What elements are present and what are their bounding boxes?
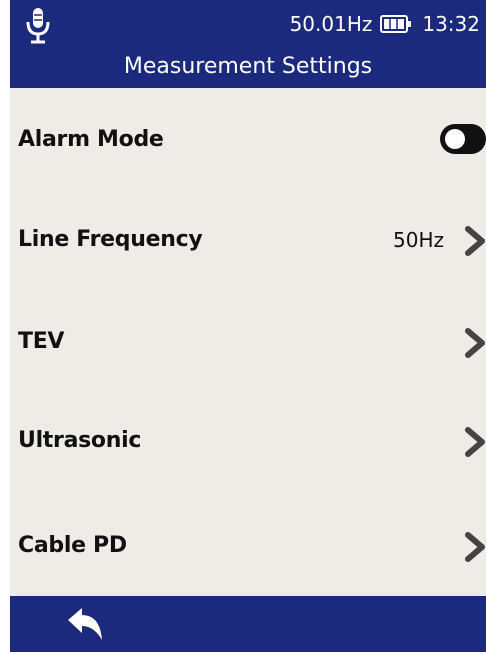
toggle-knob xyxy=(445,129,465,149)
frequency-readout: 50.01Hz xyxy=(289,12,373,36)
battery-icon xyxy=(380,15,412,33)
microphone-icon xyxy=(26,8,50,44)
alarm-mode-toggle[interactable] xyxy=(440,124,486,154)
setting-label: Cable PD xyxy=(18,533,127,558)
setting-row-line-frequency[interactable]: Line Frequency 50Hz xyxy=(10,210,486,270)
clock: 13:32 xyxy=(422,12,480,36)
setting-label: Alarm Mode xyxy=(18,127,164,152)
header-bar: 50.01Hz 13:32 Measurement Settings xyxy=(10,0,486,88)
status-area: 50.01Hz 13:32 xyxy=(290,10,480,38)
chevron-right-icon xyxy=(465,226,485,256)
setting-label: TEV xyxy=(18,329,65,354)
setting-row-tev[interactable]: TEV xyxy=(10,312,486,372)
setting-value: 50Hz xyxy=(393,228,444,252)
chevron-right-icon xyxy=(465,328,485,358)
chevron-right-icon xyxy=(465,427,485,457)
back-arrow-icon[interactable] xyxy=(62,606,110,644)
chevron-right-icon xyxy=(465,532,485,562)
device-screen: 50.01Hz 13:32 Measurement Settings Alarm… xyxy=(10,0,486,652)
setting-label: Ultrasonic xyxy=(18,428,142,453)
setting-row-alarm-mode[interactable]: Alarm Mode xyxy=(10,110,486,170)
settings-list: Alarm Mode Line Frequency 50Hz TEV Ultra… xyxy=(10,88,486,596)
setting-row-ultrasonic[interactable]: Ultrasonic xyxy=(10,411,486,471)
page-title: Measurement Settings xyxy=(123,54,373,79)
footer-bar xyxy=(10,596,486,652)
setting-label: Line Frequency xyxy=(18,227,203,252)
setting-row-cable-pd[interactable]: Cable PD xyxy=(10,516,486,576)
